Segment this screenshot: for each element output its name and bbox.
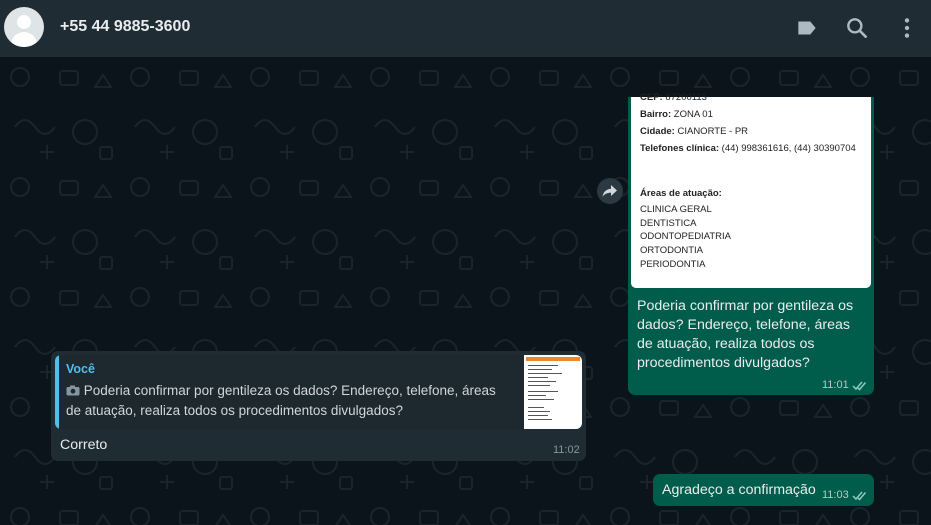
double-check-icon bbox=[852, 381, 866, 391]
doc-line-cep: CEP: 87200113 bbox=[640, 92, 707, 103]
message-meta: 11:03 bbox=[822, 489, 868, 501]
doc-area-item: CLINICA GERAL bbox=[640, 204, 712, 215]
thumbnail-line bbox=[528, 391, 558, 392]
message-text: Correto bbox=[60, 437, 108, 453]
forward-icon bbox=[602, 185, 617, 197]
outgoing-text-message[interactable]: Agradeço a confirmação 11:03 bbox=[653, 474, 874, 506]
quote-text-block: Poderia confirmar por gentileza os dados… bbox=[66, 381, 506, 421]
thumbnail-line bbox=[528, 419, 552, 420]
doc-line-cidade: Cidade: CIANORTE - PR bbox=[640, 126, 749, 137]
thumbnail-line bbox=[528, 395, 546, 396]
thumbnail-line bbox=[528, 381, 556, 382]
thumbnail-header bbox=[526, 357, 580, 361]
document-image[interactable]: CEP: 87200113 Bairro: ZONA 01 Cidade: CI… bbox=[631, 92, 871, 288]
forward-button[interactable] bbox=[597, 178, 623, 204]
doc-areas-title: Áreas de atuação: bbox=[640, 188, 722, 199]
contact-name[interactable]: +55 44 9885-3600 bbox=[60, 18, 190, 36]
thumbnail-line bbox=[528, 369, 552, 370]
quote-thumbnail bbox=[524, 355, 582, 429]
doc-area-item: ORTODONTIA bbox=[640, 245, 703, 256]
thumbnail-line bbox=[528, 385, 550, 386]
message-time: 11:03 bbox=[822, 489, 849, 501]
chat-area[interactable]: CEP: 87200113 Bairro: ZONA 01 Cidade: CI… bbox=[0, 57, 931, 525]
quoted-message[interactable]: Você Poderia confirmar por gentileza os … bbox=[55, 355, 582, 429]
doc-line-bairro: Bairro: ZONA 01 bbox=[640, 109, 713, 120]
doc-area-item: DENTISTICA bbox=[640, 218, 697, 229]
doc-area-item: PERIODONTIA bbox=[640, 259, 706, 270]
thumbnail-line bbox=[528, 377, 548, 378]
thumbnail-line bbox=[528, 365, 558, 366]
message-time: 11:01 bbox=[822, 379, 849, 391]
avatar-body-shape bbox=[11, 32, 37, 47]
doc-area-item: ODONTOPEDIATRIA bbox=[640, 231, 731, 242]
doc-line-telefones: Telefones clínica: (44) 998361616, (44) … bbox=[640, 143, 856, 154]
search-icon[interactable] bbox=[844, 15, 870, 41]
quote-accent-bar bbox=[55, 355, 59, 429]
message-meta: 11:01 bbox=[822, 379, 868, 391]
message-time: 11:02 bbox=[553, 444, 580, 456]
menu-icon[interactable] bbox=[894, 15, 920, 41]
message-text: Agradeço a confirmação bbox=[662, 482, 816, 498]
thumbnail-line bbox=[528, 407, 544, 408]
camera-icon bbox=[66, 385, 80, 396]
chat-header: +55 44 9885-3600 bbox=[0, 0, 931, 57]
message-caption: Poderia confirmar por gentileza os dados… bbox=[637, 298, 854, 371]
contact-avatar[interactable] bbox=[4, 7, 44, 47]
outgoing-image-message[interactable]: CEP: 87200113 Bairro: ZONA 01 Cidade: CI… bbox=[628, 92, 874, 395]
thumbnail-line bbox=[528, 411, 550, 412]
double-check-icon bbox=[852, 491, 866, 501]
label-icon[interactable] bbox=[794, 15, 820, 41]
avatar-head-shape bbox=[17, 15, 31, 29]
quote-author: Você bbox=[66, 362, 95, 376]
incoming-reply-message[interactable]: Você Poderia confirmar por gentileza os … bbox=[51, 351, 586, 461]
thumbnail-line bbox=[528, 373, 562, 374]
thumbnail-line bbox=[528, 415, 548, 416]
thumbnail-line bbox=[528, 399, 554, 400]
quote-text: Poderia confirmar por gentileza os dados… bbox=[66, 383, 496, 418]
